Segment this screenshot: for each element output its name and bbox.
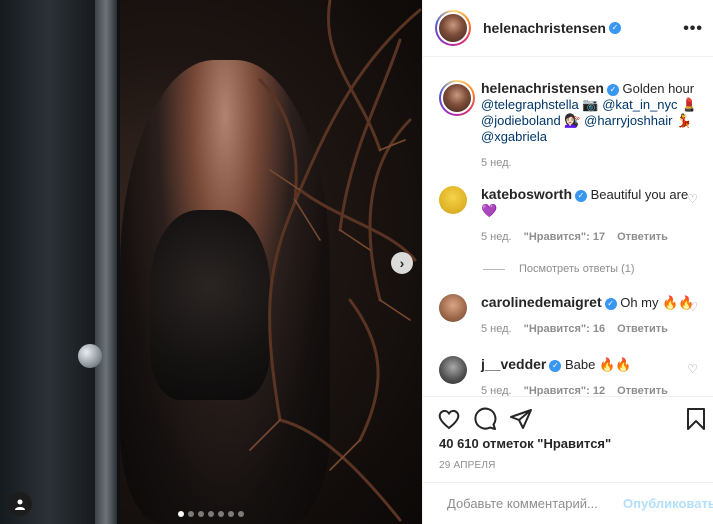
comment-like-heart-icon[interactable]: ♡ [687,192,698,206]
caption-emoji: 💃 [672,113,693,128]
comment-time: 5 нед. [481,323,512,335]
comment-likes[interactable]: "Нравится": 17 [524,231,605,243]
carousel-dot[interactable] [208,511,214,517]
carousel-dot[interactable] [218,511,224,517]
comment-likes[interactable]: "Нравится": 16 [524,323,605,335]
verified-badge-icon: ✓ [608,22,621,34]
caption-text: Golden hour [618,81,695,96]
user-tag-icon[interactable] [8,492,32,516]
reply-button[interactable]: Ответить [617,385,668,396]
commenter-avatar[interactable] [439,186,467,214]
post-header: helenachristensen ✓ ••• [423,0,713,57]
comment-text: Oh my 🔥🔥 [616,295,695,310]
commenter-username[interactable]: carolinedemaigret [481,294,602,310]
caption-mention-link[interactable]: @harryjoshhair [584,113,672,128]
view-replies-link[interactable]: Посмотреть ответы (1) [483,263,635,275]
likes-count[interactable]: 40 610 отметок "Нравится" [439,436,611,451]
commenter-avatar[interactable] [439,294,467,322]
caption-mention-link[interactable]: @jodieboland [481,113,561,128]
replies-divider [483,268,505,270]
caption: helenachristensen ✓ Golden hour @telegrap… [439,80,704,169]
add-comment-bar: Опубликовать [423,482,713,524]
comment-like-heart-icon[interactable]: ♡ [687,300,698,314]
caption-avatar[interactable] [439,80,475,116]
comment-item: katebosworth ✓ Beautiful you are 💜 5 нед.… [439,186,704,243]
carousel-dots [178,511,244,517]
comment-time: 5 нед. [481,231,512,243]
author-username[interactable]: helenachristensen [483,20,606,36]
comment-likes[interactable]: "Нравится": 12 [524,385,605,396]
caption-username[interactable]: helenachristensen [481,80,604,96]
comment-item: carolinedemaigret ✓ Oh my 🔥🔥 5 нед. "Нрав… [439,294,704,335]
caption-emoji: 💄 [677,97,698,112]
reply-button[interactable]: Ответить [617,231,668,243]
comment-time: 5 нед. [481,385,512,396]
verified-badge-icon: ✓ [549,359,562,372]
comment-bubble-icon[interactable] [473,407,497,431]
carousel-dot[interactable] [188,511,194,517]
caption-time: 5 нед. [481,157,512,169]
view-replies-label: Посмотреть ответы (1) [519,263,635,275]
commenter-username[interactable]: j__vedder [481,356,546,372]
photo-branches [249,0,422,522]
caption-mention-link[interactable]: @telegraphstella [481,97,579,112]
post-comment-button[interactable]: Опубликовать [623,496,713,511]
carousel-next-button[interactable]: › [391,252,413,274]
reply-button[interactable]: Ответить [617,323,668,335]
verified-badge-icon: ✓ [604,297,617,310]
comment-like-heart-icon[interactable]: ♡ [687,362,698,376]
commenter-avatar[interactable] [439,356,467,384]
post-side-panel: helenachristensen ✓ ••• helenachristense… [422,0,713,524]
like-heart-icon[interactable] [437,407,461,431]
comment-text: Babe 🔥🔥 [561,357,632,372]
carousel-dot[interactable] [238,511,244,517]
comment-input[interactable] [447,496,623,511]
verified-badge-icon: ✓ [575,189,588,202]
verified-badge-icon: ✓ [606,83,619,96]
comment-item: j__vedder ✓ Babe 🔥🔥 5 нед. "Нравится": 12… [439,356,704,396]
more-horizontal-icon[interactable]: ••• [683,20,703,38]
caption-emoji: 📷 [578,97,603,112]
author-avatar[interactable] [435,10,471,46]
share-paper-plane-icon[interactable] [509,407,533,431]
caption-mention-link[interactable]: @xgabriela [481,129,547,144]
commenter-username[interactable]: katebosworth [481,186,572,202]
caption-emoji: 💇🏻‍♀️ [560,113,585,128]
carousel-dot[interactable] [228,511,234,517]
comments-list: helenachristensen ✓ Golden hour @telegrap… [423,68,713,396]
carousel-dot[interactable] [178,511,184,517]
caption-mention-link[interactable]: @kat_in_nyc [602,97,677,112]
post-date[interactable]: 29 АПРЕЛЯ [439,460,496,471]
bookmark-icon[interactable] [685,407,707,431]
carousel-dot[interactable] [198,511,204,517]
post-photo[interactable]: › [0,0,422,524]
